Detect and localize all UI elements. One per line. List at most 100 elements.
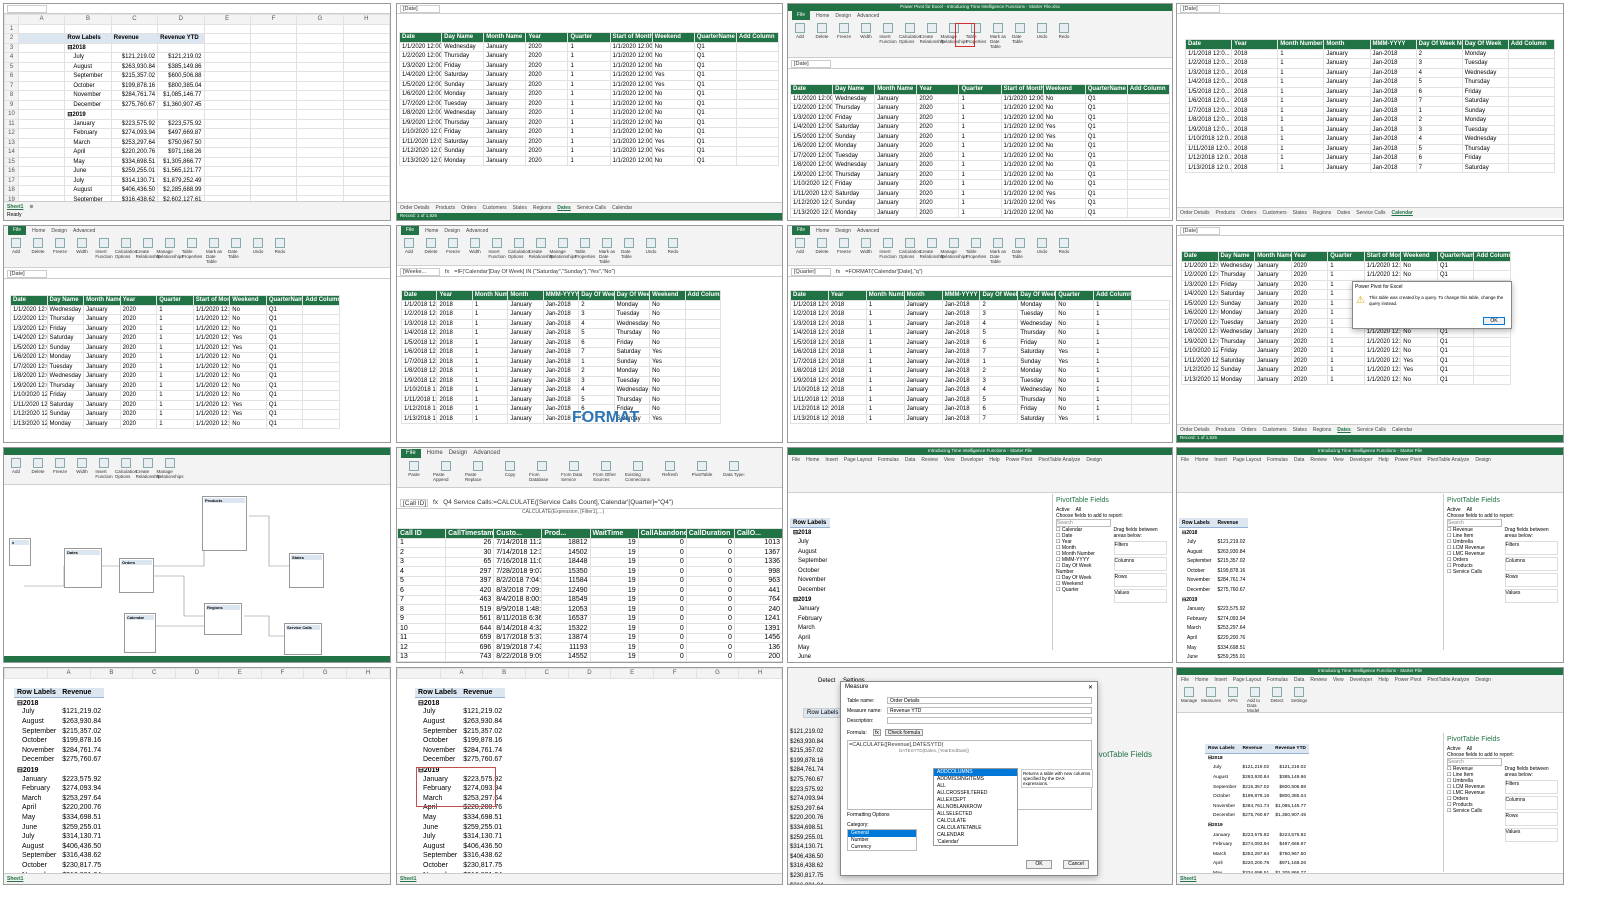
column-letter[interactable]: E bbox=[203, 14, 251, 25]
area-box[interactable]: Filters bbox=[1504, 780, 1558, 794]
ribbon-tab[interactable]: Review bbox=[1310, 457, 1326, 463]
column-header[interactable]: QuarterName bbox=[1436, 251, 1475, 262]
model-tab[interactable]: Calendar bbox=[1391, 210, 1412, 216]
model-tab[interactable]: Dates bbox=[557, 205, 571, 211]
pivot-row[interactable]: March $253,297.64 $750,967.50 bbox=[1205, 850, 1309, 860]
cell[interactable]: $215,357.02 bbox=[110, 71, 159, 82]
ribbon-tab[interactable]: File bbox=[401, 226, 420, 235]
table-row[interactable]: 1/11/2020 12:00...SaturdayJanuary202011/… bbox=[1181, 355, 1511, 366]
cell[interactable] bbox=[249, 90, 298, 101]
cell[interactable]: April bbox=[64, 147, 112, 158]
row-number[interactable]: 9 bbox=[4, 99, 19, 110]
model-tab[interactable]: Products bbox=[1215, 427, 1235, 433]
table-row[interactable]: 1/12/2020 12:00...SundayJanuary202011/1/… bbox=[789, 198, 1171, 209]
pivot-row[interactable]: July bbox=[790, 537, 830, 547]
ribbon-tab[interactable]: Formulas bbox=[1267, 677, 1288, 683]
table-row[interactable]: 1/13/2018 12:0...20181JanuaryJan-20187Sa… bbox=[790, 413, 1170, 424]
table-row[interactable]: 1/6/2018 12:0...20181JanuaryJan-20187Sat… bbox=[400, 347, 721, 358]
column-letter[interactable]: C bbox=[524, 668, 569, 679]
cell[interactable] bbox=[342, 118, 390, 129]
ribbon-tab[interactable]: Design bbox=[444, 228, 460, 234]
autocomplete-item[interactable]: ALL bbox=[934, 783, 1017, 790]
area-box[interactable]: Values bbox=[1504, 828, 1558, 842]
cell[interactable] bbox=[64, 23, 112, 34]
field-search-input[interactable]: Search bbox=[1447, 758, 1502, 766]
cell[interactable] bbox=[17, 166, 66, 177]
row-number[interactable]: 14 bbox=[4, 147, 19, 158]
table-row[interactable]: 85198/9/2018 1:48:0...120531900240 bbox=[397, 604, 782, 615]
name-box[interactable]: [Date] bbox=[791, 59, 831, 68]
table-row[interactable]: 1/9/2018 12:0...20181JanuaryJan-20183Tue… bbox=[790, 375, 1170, 386]
pivot-row[interactable]: July$314,130.71 bbox=[415, 832, 505, 842]
ribbon-button[interactable]: Date Table bbox=[621, 238, 637, 264]
cell[interactable] bbox=[342, 175, 390, 186]
column-header[interactable]: Date bbox=[1181, 251, 1219, 262]
pivot-row[interactable]: April bbox=[790, 633, 830, 643]
year-row[interactable]: ⊟2019 bbox=[790, 595, 830, 605]
pivot-row[interactable]: October $199,878.16 bbox=[415, 736, 505, 746]
cell[interactable] bbox=[157, 42, 205, 53]
table-row[interactable]: 1/12/2020 12:00...SundayJanuary202011/1/… bbox=[398, 146, 780, 157]
ribbon-button[interactable]: Insert Function bbox=[488, 238, 506, 264]
column-header[interactable]: Month bbox=[1323, 39, 1371, 50]
table-row[interactable]: 1/4/2020 12:00...SaturdayJanuary202011/1… bbox=[789, 122, 1171, 133]
table-row[interactable]: 137438/22/2018 9:09...145521900200 bbox=[397, 651, 782, 662]
cell[interactable] bbox=[110, 23, 159, 34]
formula-bar[interactable] bbox=[4, 4, 390, 14]
cell[interactable]: $1,879,252.49 bbox=[157, 175, 205, 186]
column-letter[interactable]: F bbox=[260, 668, 305, 679]
pivot-row[interactable]: January $223,575.92 bbox=[14, 774, 104, 784]
ribbon-tab[interactable]: Home bbox=[1195, 457, 1208, 463]
column-header[interactable]: Quarter bbox=[567, 32, 611, 43]
ribbon-tab[interactable]: Advanced bbox=[466, 228, 488, 234]
column-header[interactable]: CallDuration bbox=[685, 528, 735, 539]
column-header[interactable]: Date bbox=[1184, 39, 1233, 50]
year-row[interactable]: ⊟2018 bbox=[1179, 528, 1214, 538]
cell[interactable] bbox=[157, 23, 205, 34]
table-row[interactable]: 1/8/2020 12:00...WednesdayJanuary202011/… bbox=[398, 108, 780, 119]
autocomplete-item[interactable]: CALCULATETABLE bbox=[934, 825, 1017, 832]
table-row[interactable]: 74638/4/2018 8:00:0...185491900764 bbox=[397, 594, 782, 605]
model-tab[interactable]: States bbox=[513, 205, 527, 211]
cell[interactable] bbox=[342, 137, 390, 148]
pivot-row[interactable]: February $274,093.94 bbox=[14, 784, 104, 794]
row-number[interactable]: 8 bbox=[4, 90, 19, 101]
ribbon-button[interactable]: Delete bbox=[814, 23, 830, 49]
ribbon-tab[interactable]: Advanced bbox=[73, 228, 95, 234]
column-header[interactable]: Day Of Week bbox=[1461, 39, 1509, 50]
ribbon-button[interactable]: Table Properties bbox=[966, 238, 986, 264]
ribbon-tab[interactable]: File bbox=[792, 226, 811, 235]
cell[interactable]: July bbox=[64, 175, 112, 186]
pivot-row[interactable]: September bbox=[790, 556, 830, 566]
ribbon-tab[interactable]: File bbox=[8, 226, 27, 235]
cell[interactable]: June bbox=[64, 166, 112, 177]
model-tab[interactable]: Regions bbox=[1313, 210, 1331, 216]
pivot-fields-pane[interactable]: PivotTable Fields Active All Choose fields … bbox=[1443, 733, 1561, 872]
ribbon-button[interactable]: Redo bbox=[1056, 238, 1072, 264]
ribbon-button[interactable]: Date Table bbox=[1012, 23, 1028, 49]
column-header[interactable]: Date bbox=[400, 290, 438, 301]
cell[interactable] bbox=[342, 185, 390, 196]
pivot-row[interactable]: November $284,761.74 $1,085,146.77 bbox=[1205, 802, 1309, 812]
formula-text[interactable]: Q4 Service Calls:=CALCULATE([Service Cal… bbox=[443, 499, 673, 506]
ribbon-button[interactable]: Calculation Options bbox=[899, 23, 921, 49]
cell[interactable] bbox=[203, 90, 251, 101]
table-row[interactable]: 1/2/2020 12:00...ThursdayJanuary202011/1… bbox=[398, 51, 780, 62]
table-row[interactable]: 1/10/2018 12:0...20181JanuaryJan-20184We… bbox=[400, 385, 721, 396]
table-row[interactable]: 1/10/2018 12:0...20181JanuaryJan-20184We… bbox=[790, 385, 1170, 396]
table-row[interactable]: 1/12/2018 12:0...20181JanuaryJan-20186Fr… bbox=[790, 404, 1170, 415]
pivot-row[interactable]: July$314,130.71 bbox=[1179, 662, 1248, 663]
ribbon-button[interactable]: Add bbox=[8, 458, 24, 479]
pivot-row[interactable]: September $316,438.62 bbox=[415, 851, 505, 861]
column-header[interactable]: Year bbox=[1231, 39, 1279, 50]
cell[interactable] bbox=[296, 137, 344, 148]
row-number[interactable]: 15 bbox=[4, 156, 19, 167]
cell[interactable]: $385,149.86 bbox=[157, 61, 205, 72]
name-box[interactable] bbox=[7, 4, 47, 13]
column-letter[interactable]: B bbox=[64, 14, 112, 25]
pivot-row[interactable]: November $284,761.74 bbox=[14, 746, 104, 756]
pivot-row[interactable]: July bbox=[790, 662, 830, 663]
ribbon-button[interactable]: Add bbox=[792, 238, 808, 264]
table-row[interactable]: 1/4/2018 12:0...20181JanuaryJan-20185Thu… bbox=[790, 328, 1170, 339]
cell[interactable] bbox=[296, 185, 344, 196]
